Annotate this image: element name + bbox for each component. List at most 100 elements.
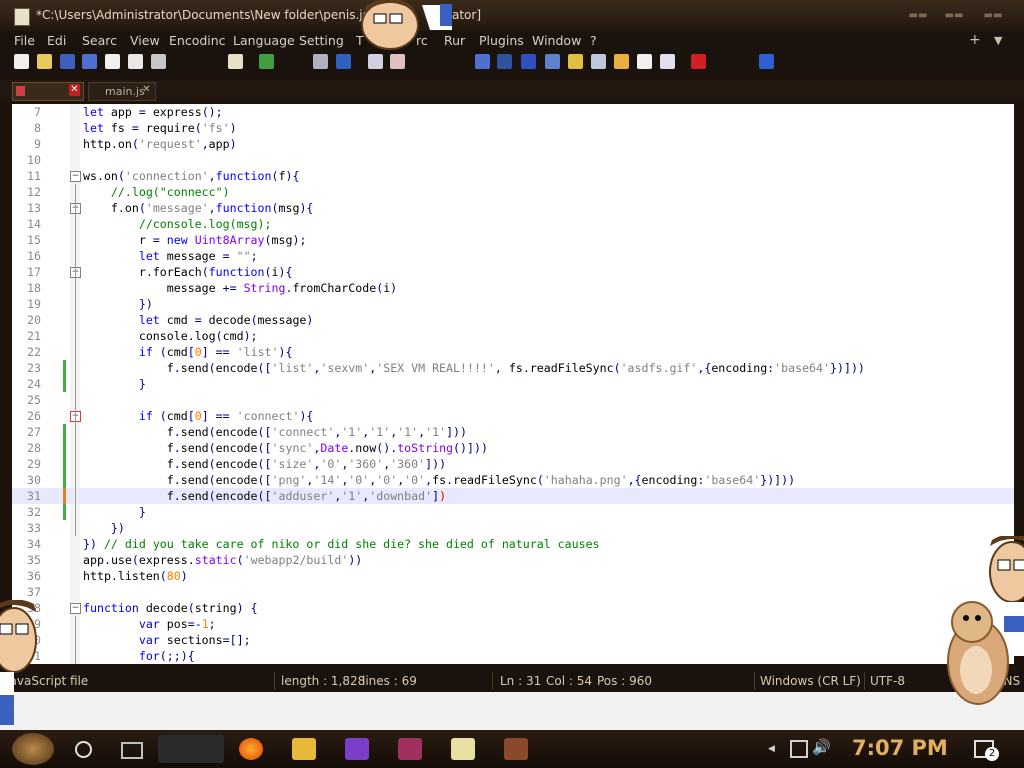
code-line[interactable]: 22 if (cmd[0] == 'list'){ bbox=[12, 344, 1014, 360]
find-icon[interactable] bbox=[313, 54, 328, 69]
code-line[interactable]: 23 f.send(encode(['list','sexvm','SEX VM… bbox=[12, 360, 1014, 376]
eol-format[interactable]: Windows (CR LF) bbox=[760, 674, 861, 688]
code-line[interactable]: 12 //.log("connecc") bbox=[12, 184, 1014, 200]
menu-window[interactable]: Window bbox=[532, 33, 581, 48]
code-text[interactable]: message += String.fromCharCode(i) bbox=[83, 280, 397, 296]
code-text[interactable]: } bbox=[83, 376, 146, 392]
menu-help[interactable]: ? bbox=[590, 33, 597, 48]
code-line[interactable]: 26 if (cmd[0] == 'connect'){ bbox=[12, 408, 1014, 424]
code-line[interactable]: 40 var sections=[]; bbox=[12, 632, 1014, 648]
code-line[interactable]: 32 } bbox=[12, 504, 1014, 520]
fold-toggle-icon[interactable]: − bbox=[70, 171, 81, 182]
menu-encoding[interactable]: Encodinc bbox=[169, 33, 226, 48]
code-line[interactable]: 16 let message = ""; bbox=[12, 248, 1014, 264]
sync-scroll-icon[interactable] bbox=[475, 54, 490, 69]
menu-edit[interactable]: Edi bbox=[47, 33, 66, 48]
show-all-chars-icon[interactable] bbox=[521, 54, 536, 69]
code-line[interactable]: 39 var pos=-1; bbox=[12, 616, 1014, 632]
stop-record-icon[interactable] bbox=[691, 54, 706, 69]
code-line[interactable]: 29 f.send(encode(['size','0','360','360'… bbox=[12, 456, 1014, 472]
code-line[interactable]: 27 f.send(encode(['connect','1','1','1',… bbox=[12, 424, 1014, 440]
notepad-plus-plus-icon[interactable] bbox=[451, 738, 475, 760]
search-circle-icon[interactable] bbox=[75, 741, 92, 758]
code-line[interactable]: 11 ws.on('connection',function(f){ bbox=[12, 168, 1014, 184]
new-tab-plus-icon[interactable]: + bbox=[969, 32, 981, 48]
code-line[interactable]: 21 console.log(cmd); bbox=[12, 328, 1014, 344]
taskbar-search-box[interactable] bbox=[158, 735, 224, 763]
open-file-icon[interactable] bbox=[37, 54, 52, 69]
menu-language[interactable]: Language bbox=[233, 33, 295, 48]
code-editor[interactable]: 7 let app = express(); 8 let fs = require('… bbox=[12, 104, 1014, 664]
code-text[interactable]: f.on('message',function(msg){ bbox=[83, 200, 314, 216]
menu-search[interactable]: Searc bbox=[82, 33, 117, 48]
close-tab-icon[interactable]: ✕ bbox=[141, 84, 152, 96]
show-hidden-icons[interactable]: ◀ bbox=[768, 744, 775, 754]
code-text[interactable]: var pos=-1; bbox=[83, 616, 216, 632]
code-text[interactable]: }) bbox=[83, 296, 153, 312]
volume-icon[interactable]: 🔊 bbox=[812, 738, 831, 756]
paste-icon[interactable] bbox=[228, 54, 243, 69]
code-line[interactable]: 17 r.forEach(function(i){ bbox=[12, 264, 1014, 280]
tab-main-js[interactable]: main.js ✕ bbox=[88, 82, 156, 101]
start-button-icon[interactable] bbox=[12, 733, 54, 765]
code-text[interactable]: }) // did you take care of niko or did s… bbox=[83, 536, 600, 552]
record-macro-icon[interactable] bbox=[660, 54, 675, 69]
code-line[interactable]: 30 f.send(encode(['png','14','0','0','0'… bbox=[12, 472, 1014, 488]
encoding[interactable]: UTF-8 bbox=[870, 674, 905, 688]
word-wrap-icon[interactable] bbox=[497, 54, 512, 69]
minimize-button[interactable]: ▬▬ bbox=[905, 10, 931, 21]
app-icon[interactable] bbox=[504, 738, 528, 760]
indent-guide-icon[interactable] bbox=[545, 54, 560, 69]
code-line[interactable]: 15 r = new Uint8Array(msg); bbox=[12, 232, 1014, 248]
code-text[interactable]: for(;;){ bbox=[83, 648, 195, 664]
code-line[interactable]: 10 bbox=[12, 152, 1014, 168]
code-line[interactable]: 37 bbox=[12, 584, 1014, 600]
new-file-icon[interactable] bbox=[14, 54, 29, 69]
save-all-icon[interactable] bbox=[82, 54, 97, 69]
code-line[interactable]: 24 } bbox=[12, 376, 1014, 392]
function-list-icon[interactable] bbox=[591, 54, 606, 69]
game-app-icon[interactable] bbox=[398, 738, 422, 760]
code-text[interactable]: f.send(encode(['connect','1','1','1','1'… bbox=[83, 424, 467, 440]
code-line[interactable]: 18 message += String.fromCharCode(i) bbox=[12, 280, 1014, 296]
code-text[interactable]: let app = express(); bbox=[83, 104, 223, 120]
code-line[interactable]: 19 }) bbox=[12, 296, 1014, 312]
code-text[interactable]: app.use(express.static('webapp2/build')) bbox=[83, 552, 362, 568]
code-text[interactable]: r.forEach(function(i){ bbox=[83, 264, 293, 280]
code-line[interactable]: 31 f.send(encode(['adduser','1','downbad… bbox=[12, 488, 1014, 504]
network-icon[interactable] bbox=[790, 740, 808, 758]
replace-icon[interactable] bbox=[336, 54, 351, 69]
code-line[interactable]: 41 for(;;){ bbox=[12, 648, 1014, 664]
menu-settings[interactable]: Setting bbox=[299, 33, 344, 48]
close-tab-icon[interactable]: ✕ bbox=[69, 84, 80, 96]
menu-view[interactable]: View bbox=[130, 33, 160, 48]
code-text[interactable]: f.send(encode(['png','14','0','0','0',fs… bbox=[83, 472, 795, 488]
code-text[interactable]: f.send(encode(['size','0','360','360'])) bbox=[83, 456, 446, 472]
code-line[interactable]: 14 //console.log(msg); bbox=[12, 216, 1014, 232]
code-text[interactable]: f.send(encode(['list','sexvm','SEX VM RE… bbox=[83, 360, 865, 376]
visual-studio-icon[interactable] bbox=[345, 738, 369, 760]
code-line[interactable]: 35 app.use(express.static('webapp2/build'… bbox=[12, 552, 1014, 568]
code-line[interactable]: 33 }) bbox=[12, 520, 1014, 536]
code-text[interactable]: //.log("connecc") bbox=[83, 184, 230, 200]
doc-map-icon[interactable] bbox=[568, 54, 583, 69]
code-line[interactable]: 38function decode(string) { bbox=[12, 600, 1014, 616]
firefox-icon[interactable] bbox=[239, 738, 263, 760]
folder-workspace-icon[interactable] bbox=[614, 54, 629, 69]
code-line[interactable]: 9 http.on('request',app) bbox=[12, 136, 1014, 152]
dropdown-icon[interactable]: ▼ bbox=[994, 34, 1002, 47]
close-file-icon[interactable] bbox=[105, 54, 120, 69]
redo-icon[interactable] bbox=[259, 54, 274, 69]
code-line[interactable]: 28 f.send(encode(['sync',Date.now().toSt… bbox=[12, 440, 1014, 456]
code-line[interactable]: 13 f.on('message',function(msg){ bbox=[12, 200, 1014, 216]
code-text[interactable]: }) bbox=[83, 520, 125, 536]
monitoring-icon[interactable] bbox=[637, 54, 652, 69]
tab-penis-js[interactable]: ✕ bbox=[12, 82, 84, 101]
maximize-button[interactable]: ▬▬ bbox=[941, 10, 967, 21]
code-text[interactable]: http.on('request',app) bbox=[83, 136, 237, 152]
code-line[interactable]: 8 let fs = require('fs') bbox=[12, 120, 1014, 136]
menu-plugins[interactable]: Plugins bbox=[479, 33, 524, 48]
code-text[interactable]: f.send(encode(['adduser','1','downbad']) bbox=[83, 488, 446, 504]
taskbar-clock[interactable]: 7:07 PM bbox=[852, 736, 948, 760]
run-macro-icon[interactable] bbox=[759, 54, 774, 69]
